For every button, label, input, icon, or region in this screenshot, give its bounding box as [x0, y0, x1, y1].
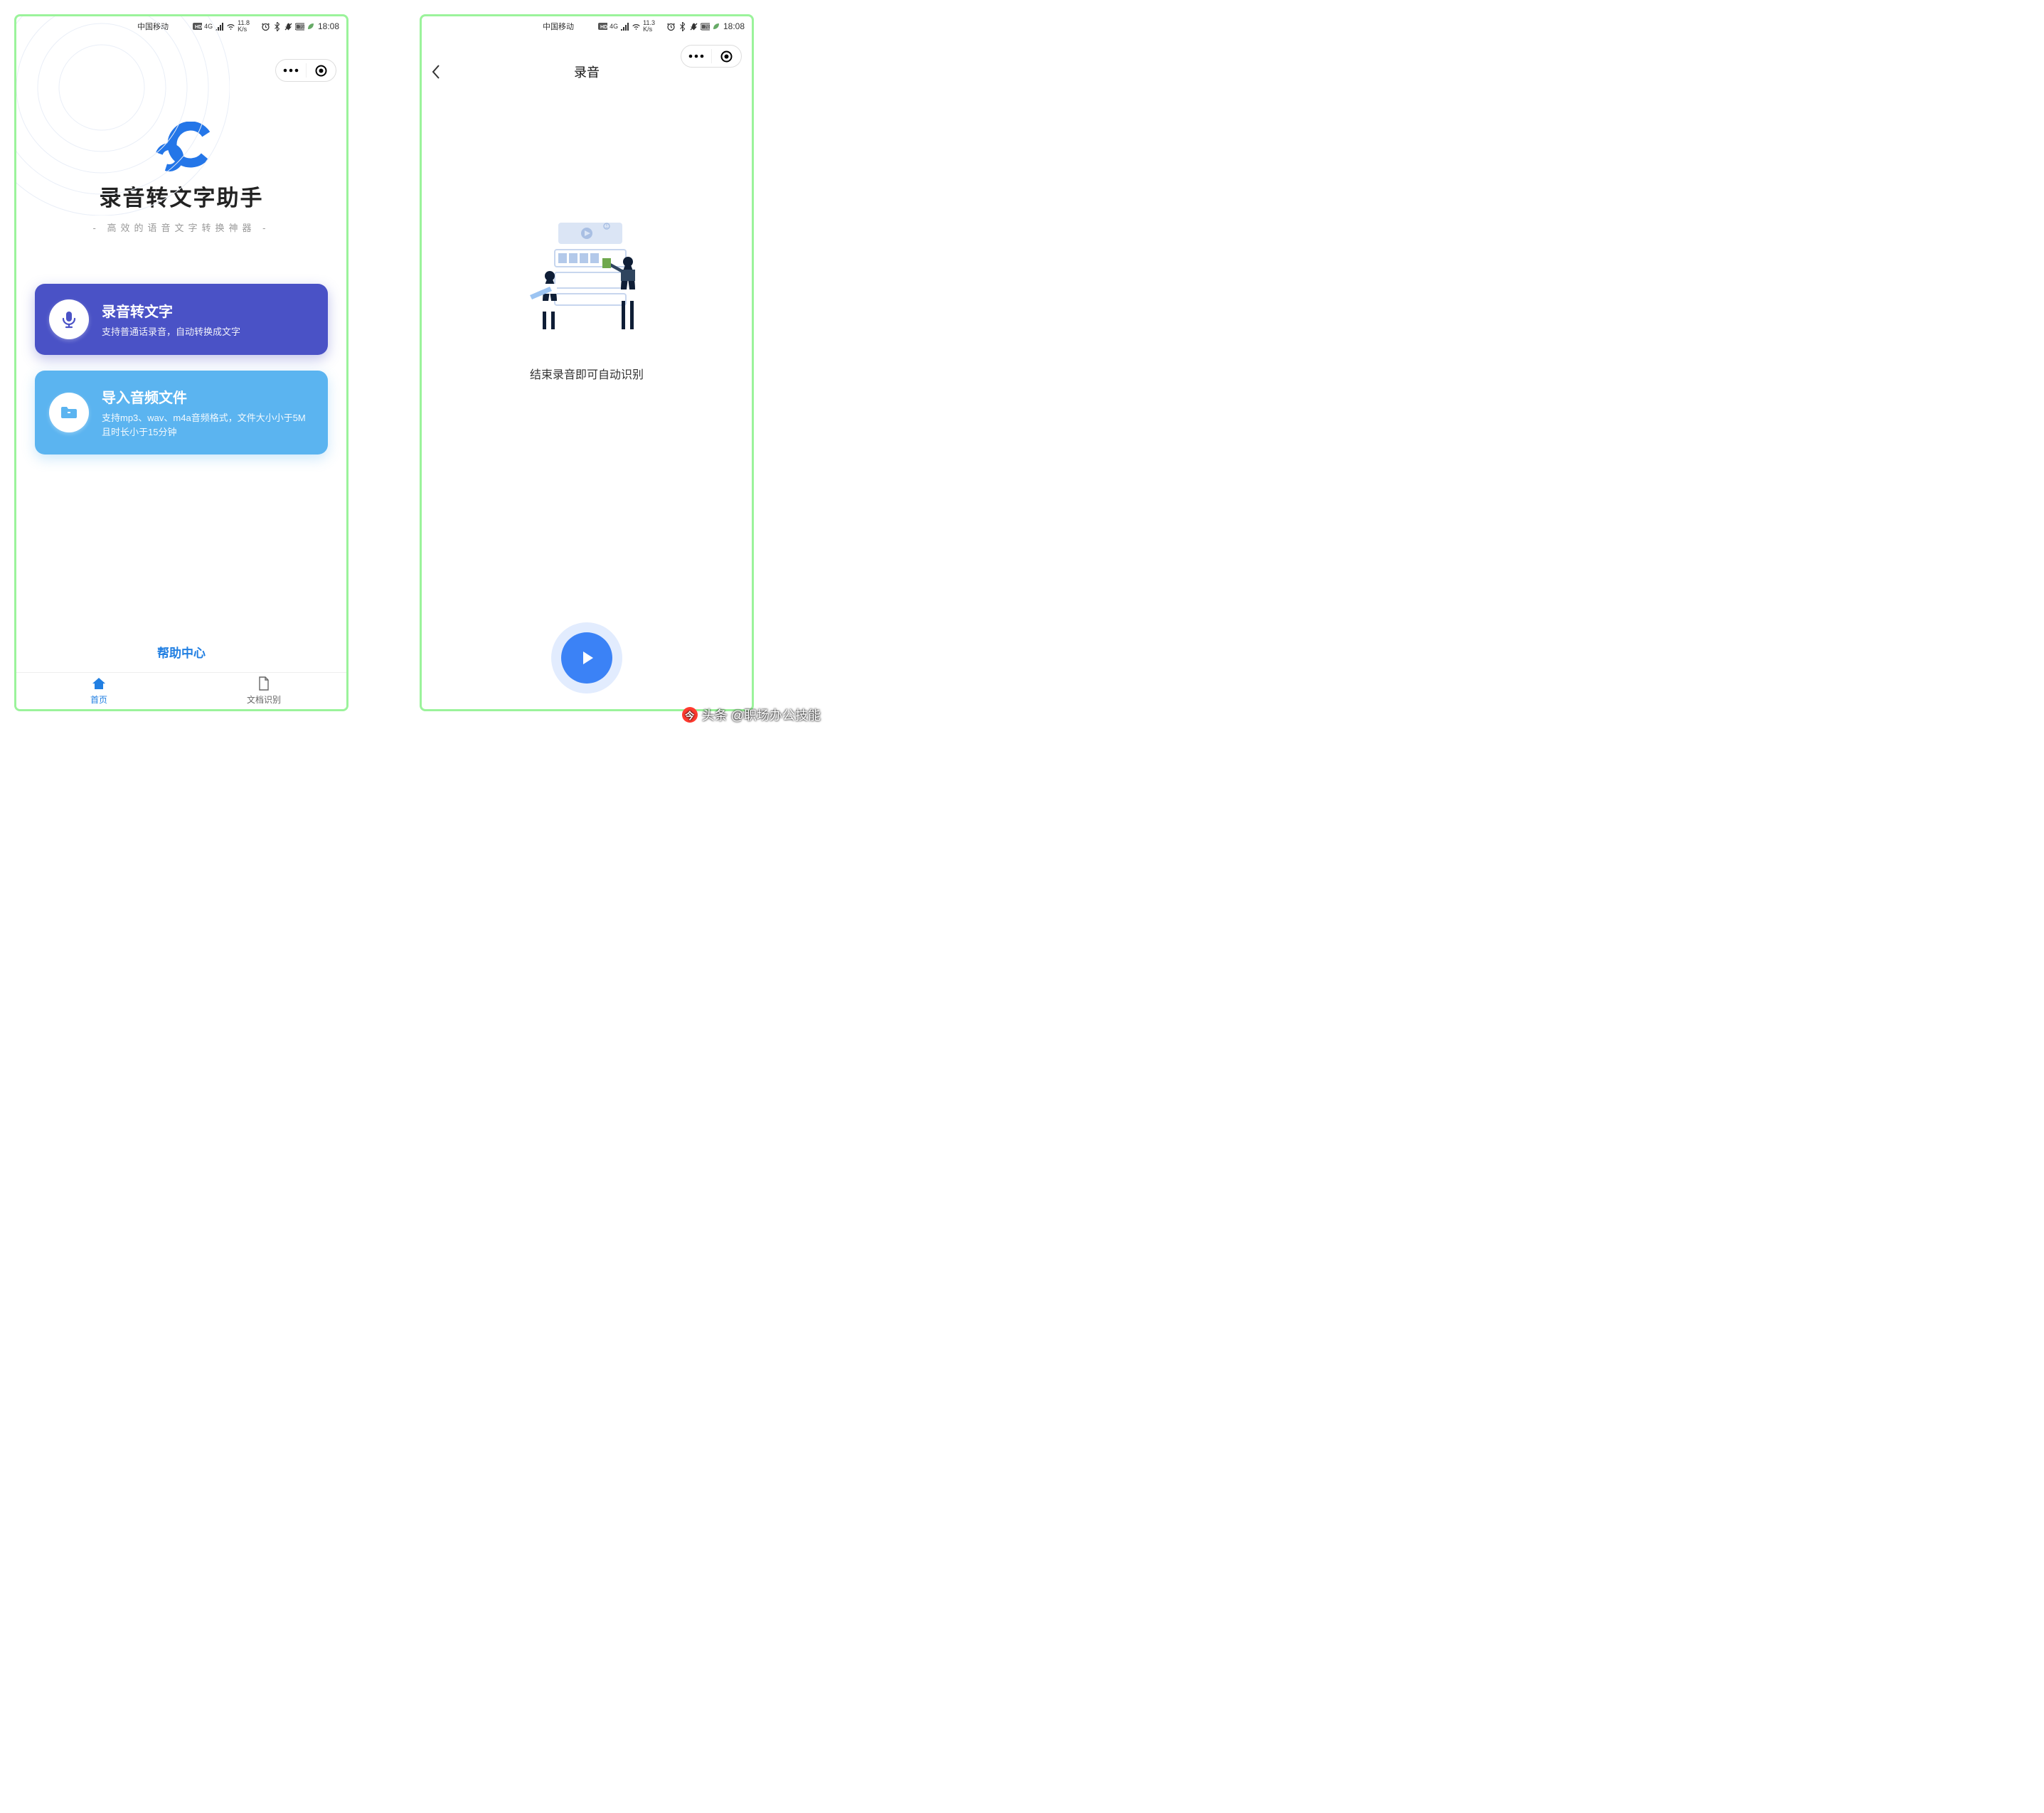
svg-text:70: 70 [705, 26, 710, 30]
empty-state: 结束录音即可自动识别 [422, 208, 752, 382]
play-icon [577, 648, 597, 668]
card-title: 录音转文字 [102, 300, 240, 321]
app-title: 录音转文字助手 [16, 180, 346, 212]
start-record-button[interactable] [561, 632, 612, 684]
status-bar: 中国移动 HD 4G 11.8 K/s 70 18:08 [16, 16, 346, 36]
bluetooth-icon [678, 22, 687, 31]
watermark: 今 头条 @职场办公技能 [682, 706, 821, 724]
battery-icon: 70 [701, 22, 710, 31]
mute-icon [689, 22, 698, 31]
page-title: 录音 [574, 63, 600, 81]
hd-icon: HD [598, 22, 607, 31]
carrier-label: 中国移动 [137, 21, 169, 32]
capsule-menu-icon[interactable] [682, 46, 710, 67]
leaf-icon [712, 22, 721, 31]
hero-area: 录音转文字助手 - 高效的语音文字转换神器 - [16, 122, 346, 234]
alarm-icon [666, 22, 676, 31]
battery-icon: 70 [295, 22, 304, 31]
clock-label: 18:08 [723, 21, 745, 31]
phone-screen-record: 中国移动 HD 4G 11.3 K/s 70 18:08 [420, 14, 754, 711]
empty-illustration [516, 208, 658, 351]
tab-label: 首页 [90, 693, 107, 706]
miniprogram-capsule[interactable] [275, 59, 336, 82]
record-to-text-card[interactable]: 录音转文字 支持普通话录音，自动转换成文字 [35, 284, 328, 355]
app-subtitle: - 高效的语音文字转换神器 - [16, 220, 346, 234]
mute-icon [284, 22, 293, 31]
bluetooth-icon [272, 22, 282, 31]
card-title: 导入音频文件 [102, 386, 314, 407]
tab-document[interactable]: 文档识别 [181, 673, 346, 709]
net-label: 4G [204, 23, 213, 30]
back-button[interactable] [430, 63, 442, 84]
clock-label: 18:08 [318, 21, 339, 31]
signal-icon [620, 22, 629, 31]
capsule-divider [711, 49, 712, 63]
capsule-close-icon[interactable] [713, 46, 741, 67]
status-bar: 中国移动 HD 4G 11.3 K/s 70 18:08 [422, 16, 752, 36]
alarm-icon [261, 22, 270, 31]
miniprogram-capsule[interactable] [681, 45, 742, 68]
signal-icon [215, 22, 224, 31]
speed-unit: K/s [643, 26, 655, 33]
help-center-link[interactable]: 帮助中心 [16, 643, 346, 661]
speed-unit: K/s [238, 26, 250, 33]
home-icon [91, 676, 107, 693]
svg-text:HD: HD [195, 25, 202, 30]
microphone-icon [49, 299, 89, 339]
wifi-icon [226, 22, 235, 31]
chevron-left-icon [430, 63, 442, 80]
capsule-menu-icon[interactable] [277, 60, 305, 81]
net-label: 4G [610, 23, 618, 30]
capsule-divider [306, 63, 307, 78]
leaf-icon [307, 22, 316, 31]
watermark-text: 头条 @职场办公技能 [702, 706, 821, 724]
folder-icon [49, 393, 89, 432]
app-logo [149, 122, 213, 171]
tab-label: 文档识别 [247, 693, 281, 706]
watermark-logo-icon: 今 [682, 707, 698, 723]
svg-text:70: 70 [299, 26, 304, 30]
capsule-close-icon[interactable] [307, 60, 336, 81]
import-audio-card[interactable]: 导入音频文件 支持mp3、wav、m4a音频格式，文件大小小于5M且时长小于15… [35, 371, 328, 454]
action-cards: 录音转文字 支持普通话录音，自动转换成文字 导入音频文件 支持mp3、wav、m… [16, 284, 346, 454]
phone-screen-home: 中国移动 HD 4G 11.8 K/s 70 18:08 [14, 14, 348, 711]
card-description: 支持mp3、wav、m4a音频格式，文件大小小于5M且时长小于15分钟 [102, 411, 314, 439]
hd-icon: HD [193, 22, 202, 31]
status-icons: HD 4G 11.8 K/s 70 18:08 [193, 20, 339, 33]
tab-home[interactable]: 首页 [16, 673, 181, 709]
svg-text:HD: HD [600, 25, 607, 30]
carrier-label: 中国移动 [543, 21, 574, 32]
empty-hint: 结束录音即可自动识别 [530, 365, 644, 382]
status-icons: HD 4G 11.3 K/s 70 18:08 [598, 20, 745, 33]
card-description: 支持普通话录音，自动转换成文字 [102, 325, 240, 339]
document-icon [257, 676, 270, 693]
wifi-icon [632, 22, 641, 31]
bottom-tabbar: 首页 文档识别 [16, 672, 346, 709]
